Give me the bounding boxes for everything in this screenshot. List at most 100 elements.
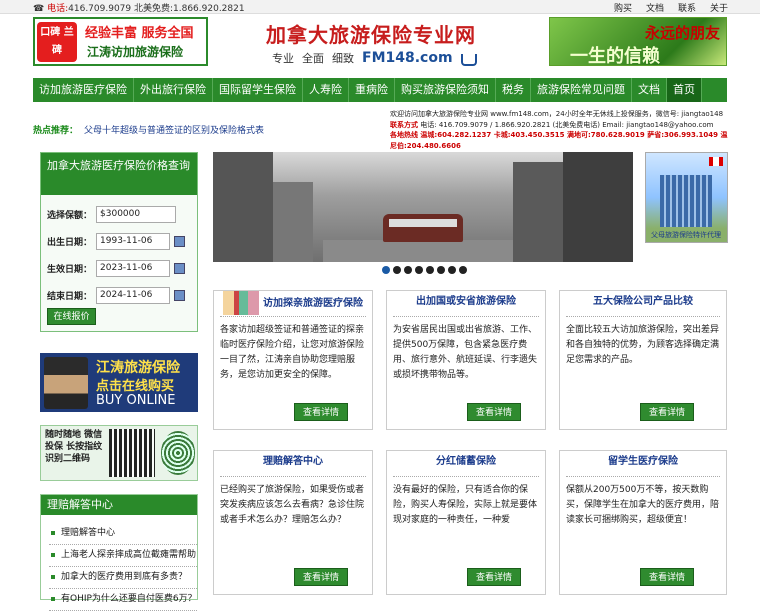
view-details-button[interactable]: 查看详情 [294,403,348,421]
phone-info: ☎ 电话:416.709.9079 北美免费:1.866.920.2821 [33,1,245,14]
card-body: 各家访加超级签证和普通签证的探亲临时医疗保险介绍，让您对旅游保险一目了然，江涛亲… [220,325,365,380]
claims-item[interactable]: 上海老人探亲摔成高位截瘫需帮助 [49,545,197,567]
claims-title: 理赔解答中心 [41,495,197,515]
buy-online-line2: 点击在线购买 [96,379,175,394]
view-details-button[interactable]: 查看详情 [640,568,694,586]
start-input[interactable]: 2023-11-06 [96,260,171,277]
tagline-word: 专业 [272,52,294,65]
main-nav: 访加旅游医疗保险 外出旅行保险 国际留学生保险 人寿险 重病险 购买旅游保险须知… [33,78,727,102]
card-travel-out: 出加国或安省旅游保险 为安省居民出国或出省旅游、工作、提供500万保障，包含紧急… [386,290,546,430]
card-claims: 理赔解答中心 已经购买了旅游保险，如果受伤或者突发疾病应该怎么去看病？急诊住院或… [213,450,373,595]
top-bar: ☎ 电话:416.709.9079 北美免费:1.866.920.2821 购买… [0,0,760,14]
amount-select[interactable]: $300000 [96,206,177,223]
site-title[interactable]: 加拿大旅游保险专业网 [266,19,476,48]
nav-life[interactable]: 人寿险 [303,78,349,102]
card-title: 留学生医疗保险 [566,451,720,477]
quote-button[interactable]: 在线报价 [47,308,96,325]
view-details-button[interactable]: 查看详情 [294,568,348,586]
claims-item[interactable]: 理赔解答中心 [49,523,197,545]
top-link-buy[interactable]: 购买 [614,1,632,14]
top-link-docs[interactable]: 文档 [646,1,664,14]
calendar-icon[interactable] [174,236,186,247]
amount-row: 选择保额： $300000 [47,206,177,223]
end-row: 结束日期： 2024-11-06 [47,287,186,304]
right-header-ad[interactable]: 永远的朋友 一生的信赖 [549,17,727,67]
hot-recommend: 热点推荐： 父母十年超级与普通签证的区别及保险格式表 [33,123,264,136]
slider-dot[interactable] [404,266,412,274]
nav-critical-illness[interactable]: 重病险 [349,78,395,102]
cart-icon [460,54,477,66]
card-title: 五大保险公司产品比较 [566,291,720,317]
welcome-text: 欢迎访问加拿大旅游保险专业网 www.fm148.com，24小时全年无休线上投… [390,110,724,118]
right-ad-line1: 永远的朋友 [644,24,720,42]
buy-online-banner[interactable]: 江涛旅游保险 点击在线购买 BUY ONLINE [40,353,198,412]
calendar-icon[interactable] [174,290,186,301]
phone-label: 电话: [47,4,69,14]
city-banner-image[interactable] [213,152,633,262]
card-title: 出加国或安省旅游保险 [393,291,539,317]
slider-dot[interactable] [393,266,401,274]
top-links: 购买 文档 联系 关于 [614,1,728,14]
agent-photo [44,357,88,409]
claims-item[interactable]: 有OHIP为什么还要自付医费6万？ [49,589,197,611]
tagline-word: 全面 [302,52,324,65]
birth-input[interactable]: 1993-11-06 [96,233,171,250]
card-visitor-medical: 访加探亲旅游医疗保险 各家访加超级签证和普通签证的探亲临时医疗保险介绍，让您对旅… [213,290,373,430]
card-body: 全面比较五大访加旅游保险，突出差异和各自独特的优势，为顾客选择确定满足您需求的产… [566,325,720,365]
phone-icon: ☎ [33,4,45,14]
slider-dot[interactable] [426,266,434,274]
slider-dot[interactable] [448,266,456,274]
slider-dot[interactable] [459,266,467,274]
card-body: 没有最好的保险，只有适合你的保险，购买人寿保险，实际上就是要体现对家庭的一种责任… [393,485,538,525]
hotel-caption[interactable]: 父母旅游保险特许代理 [651,230,721,240]
top-link-contact[interactable]: 联系 [678,1,696,14]
tagline-word: 细致 [332,52,354,65]
phone-number: 416.709.9079 北美免费:1.866.920.2821 [68,4,245,14]
nav-tax[interactable]: 税务 [496,78,531,102]
nav-buying-notes[interactable]: 购买旅游保险须知 [395,78,496,102]
calendar-icon[interactable] [174,263,186,274]
top-link-about[interactable]: 关于 [710,1,728,14]
slider-dot[interactable] [437,266,445,274]
start-label: 生效日期： [47,265,93,275]
card-body: 已经购买了旅游保险，如果受伤或者突发疾病应该怎么去看病？急诊住院或者手术怎么办？… [220,485,365,525]
nav-faq[interactable]: 旅游保险常见问题 [531,78,632,102]
amount-label: 选择保额： [47,211,93,221]
view-details-button[interactable]: 查看详情 [467,568,521,586]
nav-home[interactable]: 首页 [667,78,702,102]
end-label: 结束日期： [47,292,93,302]
nav-visitor-medical[interactable]: 访加旅游医疗保险 [33,78,134,102]
slider-dot[interactable] [382,266,390,274]
left-ad-line2: 江涛访加旅游保险 [87,45,184,59]
left-ad-line1: 经验丰富 服务全国 [85,26,194,41]
building-image [660,175,712,227]
buy-online-line3: BUY ONLINE [96,393,176,408]
birth-row: 出生日期： 1993-11-06 [47,233,186,250]
card-body: 为安省居民出国或出省旅游、工作、提供500万保障，包含紧急医疗费用、旅行意外、航… [393,325,538,380]
regional-hotlines: 各地热线 温城:604.282.1237 卡城:403.450.3515 满地可… [390,131,728,150]
view-details-button[interactable]: 查看详情 [640,403,694,421]
buy-online-line1: 江涛旅游保险 [96,360,180,376]
contact-details: 电话: 416.709.9079 / 1.866.920.2821 (北美免费电… [420,120,714,129]
travelers-icon [223,291,259,315]
wechat-banner[interactable]: 随时随地 微信投保 长按指纹 识别二维码 [40,425,198,481]
claims-panel: 理赔解答中心 理赔解答中心 上海老人探亲摔成高位截瘫需帮助 加拿大的医疗费用到底… [40,494,198,611]
reputation-badge: 口碑 兰碑 [37,22,77,62]
view-details-button[interactable]: 查看详情 [467,403,521,421]
left-header-ad[interactable]: 口碑 兰碑 经验丰富 服务全国 江涛访加旅游保险 [33,17,208,66]
slider-dot[interactable] [415,266,423,274]
wechat-text: 随时随地 微信投保 长按指纹 识别二维码 [45,430,103,464]
nav-student[interactable]: 国际留学生保险 [213,78,303,102]
end-input[interactable]: 2024-11-06 [96,287,171,304]
streetcar-image [383,214,463,242]
hot-link[interactable]: 父母十年超级与普通签证的区别及保险格式表 [84,123,264,136]
price-search-panel: 加拿大旅游医疗保险价格查询 选择保额： $300000 出生日期： 1993-1… [40,152,198,332]
card-title: 分红储蓄保险 [393,451,539,477]
nav-docs[interactable]: 文档 [632,78,667,102]
nav-travel-out[interactable]: 外出旅行保险 [134,78,213,102]
search-title: 加拿大旅游医疗保险价格查询 [41,153,197,195]
card-participating: 分红储蓄保险 没有最好的保险，只有适合你的保险，购买人寿保险，实际上就是要体现对… [386,450,546,595]
card-student: 留学生医疗保险 保额从200万500万不等，按天数购买，保障学生在加拿大的医疗费… [559,450,727,595]
claims-item[interactable]: 加拿大的医疗费用到底有多贵？ [49,567,197,589]
card-body: 保额从200万500万不等，按天数购买，保障学生在加拿大的医疗费用，陪读家长可捆… [566,485,720,525]
